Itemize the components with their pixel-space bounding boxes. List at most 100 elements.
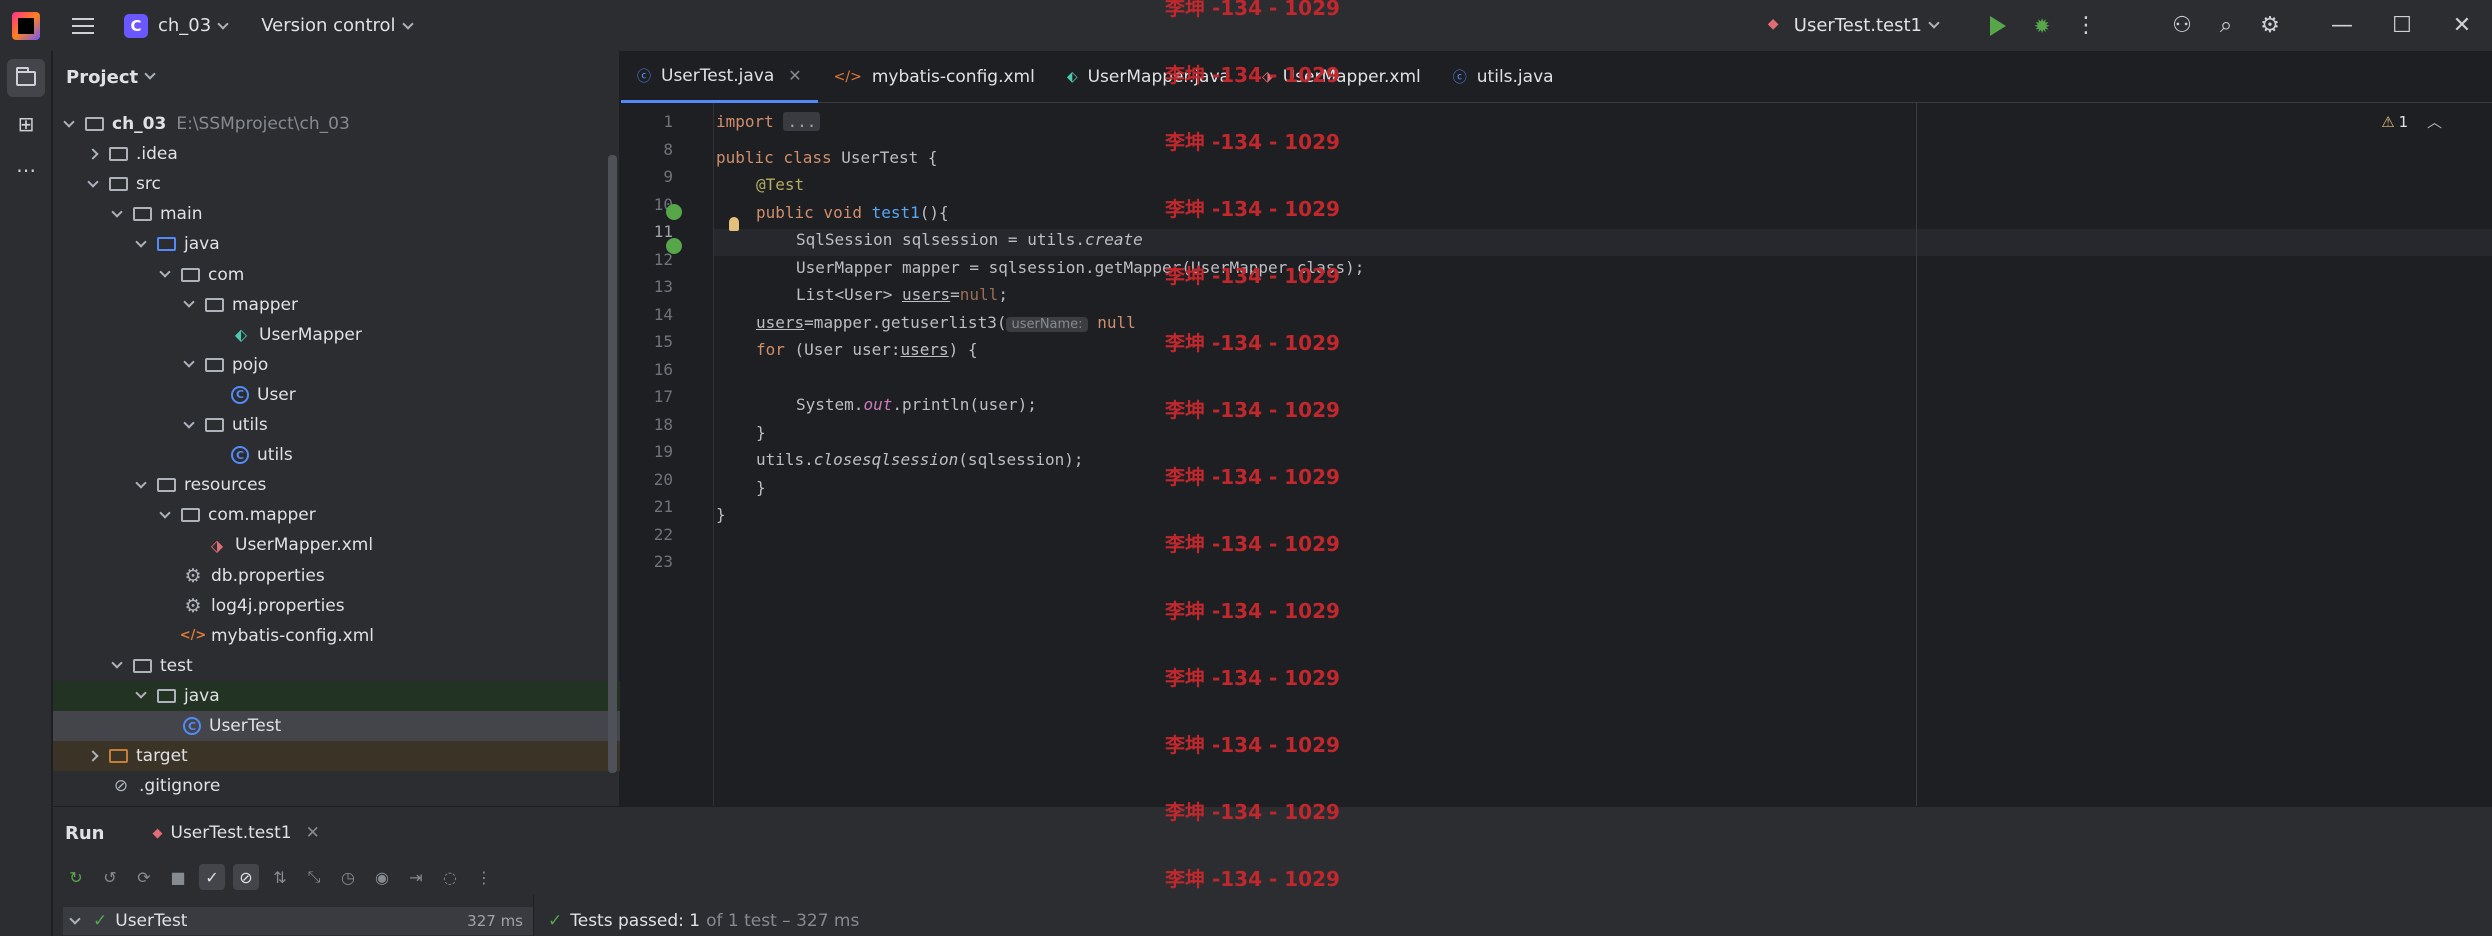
minimize-button[interactable]: — [2312, 13, 2372, 38]
tree-item[interactable]: pojo [53, 350, 620, 380]
tree-item[interactable]: mapper [53, 290, 620, 320]
project-switcher[interactable]: ch_03 [158, 15, 229, 36]
tree-item[interactable]: ⬖ UserMapper [53, 320, 620, 350]
chevron-down-icon[interactable] [135, 236, 147, 248]
run-button[interactable] [1984, 12, 2012, 40]
chevron-right-icon[interactable] [87, 148, 99, 160]
show-ignored-toggle[interactable]: ⊘ [233, 864, 259, 890]
close-icon[interactable]: ✕ [306, 823, 320, 843]
sort-by-duration-button[interactable]: ⤡ [301, 864, 327, 890]
code-line-14[interactable]: List<User> users=null; [796, 281, 1008, 308]
code-line-1[interactable]: import ... [716, 108, 821, 135]
chevron-right-icon[interactable] [87, 750, 99, 762]
show-passed-toggle[interactable]: ✓ [199, 864, 225, 890]
code-line-15[interactable]: users=mapper.getuserlist3(userName: null [756, 309, 1136, 336]
tree-item[interactable]: ⊘ .gitignore [53, 771, 620, 801]
tree-item[interactable]: C UserTest [53, 711, 620, 741]
chevron-down-icon[interactable] [183, 416, 195, 429]
lightbulb-icon[interactable] [729, 217, 739, 231]
chevron-down-icon[interactable] [111, 657, 123, 669]
stop-button[interactable]: ■ [165, 864, 191, 890]
debug-button[interactable]: ✹ [2028, 12, 2056, 40]
code-line-11[interactable]: public void test1(){ [756, 199, 949, 226]
test-tree-row[interactable]: ✓ UserTest 327 ms [63, 907, 533, 935]
code-text: System. [796, 395, 864, 414]
chevron-down-icon[interactable] [183, 296, 195, 308]
inspection-widget[interactable]: ⚠ 1 ︿ [2381, 111, 2442, 132]
screenshot-button[interactable]: ◉ [369, 864, 395, 890]
code-line-18[interactable]: System.out.println(user); [796, 391, 1037, 418]
sort-alphabetically-button[interactable]: ⇅ [267, 864, 293, 890]
run-class-gutter-icon[interactable] [666, 204, 682, 220]
tree-item[interactable]: .idea [53, 139, 620, 169]
folded-imports[interactable]: ... [783, 112, 821, 131]
chevron-down-icon[interactable] [87, 176, 99, 188]
import-tests-button[interactable]: ⇥ [403, 864, 429, 890]
project-badge[interactable]: C [124, 13, 148, 38]
tree-item[interactable]: target [53, 741, 620, 772]
tree-item[interactable]: C User [53, 380, 620, 410]
code-line-16[interactable]: for (User user:users) { [756, 336, 978, 363]
more-tools-button[interactable]: ⋯ [7, 151, 45, 189]
test-history-button[interactable]: ◷ [335, 864, 361, 890]
version-control-menu[interactable]: Version control [261, 15, 414, 36]
code-line-12[interactable]: SqlSession sqlsession = utils.create [796, 226, 1143, 253]
project-scrollbar[interactable] [608, 155, 617, 773]
chevron-down-icon[interactable] [135, 687, 147, 700]
run-tab[interactable]: ◆ UserTest.test1 ✕ [153, 823, 320, 843]
tree-item[interactable]: java [53, 680, 620, 711]
tree-item[interactable]: ch_03 E:\SSMproject\ch_03 [53, 109, 620, 139]
code-line-10[interactable]: @Test [756, 171, 804, 198]
coverage-button[interactable]: ◌ [437, 864, 463, 890]
structure-tool-button[interactable]: ⊞ [7, 105, 45, 143]
tree-item[interactable]: Cutils [53, 440, 620, 470]
maximize-button[interactable]: ☐ [2372, 13, 2432, 38]
tree-item[interactable]: utils [53, 410, 620, 440]
code-line-21[interactable]: } [756, 474, 766, 501]
editor-tab[interactable]: </> mybatis-config.xml [818, 51, 1051, 103]
tree-item[interactable]: resources [53, 470, 620, 500]
run-test-gutter-icon[interactable] [666, 238, 682, 254]
more-actions-button[interactable]: ⋮ [2072, 12, 2100, 40]
project-tool-button[interactable] [7, 59, 45, 97]
run-configuration-selector[interactable]: UserTest.test1 [1768, 15, 1940, 36]
search-everywhere-button[interactable]: ⌕ [2212, 12, 2240, 40]
tree-item[interactable]: src [53, 169, 620, 199]
tree-item-label: java [184, 234, 220, 255]
chevron-down-icon[interactable] [159, 507, 171, 519]
tree-item[interactable]: ⬗ UserMapper.xml [53, 530, 620, 560]
chevron-down-icon[interactable] [63, 115, 75, 128]
code-line-19[interactable]: } [756, 419, 766, 446]
close-icon[interactable]: ✕ [788, 66, 801, 85]
main-menu-icon[interactable] [72, 17, 94, 34]
tree-item[interactable]: com.mapper [53, 500, 620, 530]
code-with-me-button[interactable]: ⚇ [2168, 12, 2196, 40]
line-number: 13 [653, 277, 673, 296]
editor-tab[interactable]: ⓒ UserTest.java ✕ [621, 51, 818, 103]
code-line-20[interactable]: utils.closesqlsession(sqlsession); [756, 446, 1084, 473]
tree-item[interactable]: java [53, 229, 620, 259]
tree-item[interactable]: </> mybatis-config.xml [53, 621, 620, 651]
chevron-down-icon[interactable] [135, 477, 147, 489]
chevron-down-icon[interactable] [183, 356, 195, 368]
more-run-actions-button[interactable]: ⋮ [471, 864, 497, 890]
rerun-button[interactable]: ↻ [63, 864, 89, 890]
run-panel-divider[interactable] [533, 895, 534, 936]
tree-item[interactable]: main [53, 199, 620, 229]
add-user-icon: ⚇ [2172, 13, 2192, 38]
rerun-failed-button[interactable]: ↺ [97, 864, 123, 890]
tree-item[interactable]: ⚙ db.properties [53, 561, 620, 591]
ignore-file-icon: ⊘ [113, 776, 129, 797]
tree-item[interactable]: test [53, 651, 620, 681]
tree-item[interactable]: ⚙ log4j.properties [53, 591, 620, 621]
code-line-9[interactable]: public class UserTest { [716, 144, 938, 171]
settings-button[interactable]: ⚙ [2256, 12, 2284, 40]
editor-tab[interactable]: ⓒ utils.java [1437, 51, 1570, 103]
toggle-auto-test-button[interactable]: ⟳ [131, 864, 157, 890]
project-panel-header[interactable]: Project [53, 51, 619, 103]
tree-item[interactable]: com [53, 260, 620, 290]
close-window-button[interactable]: ✕ [2432, 13, 2492, 38]
code-line-22[interactable]: } [716, 501, 726, 528]
chevron-down-icon[interactable] [111, 206, 123, 218]
chevron-down-icon[interactable] [159, 266, 171, 278]
